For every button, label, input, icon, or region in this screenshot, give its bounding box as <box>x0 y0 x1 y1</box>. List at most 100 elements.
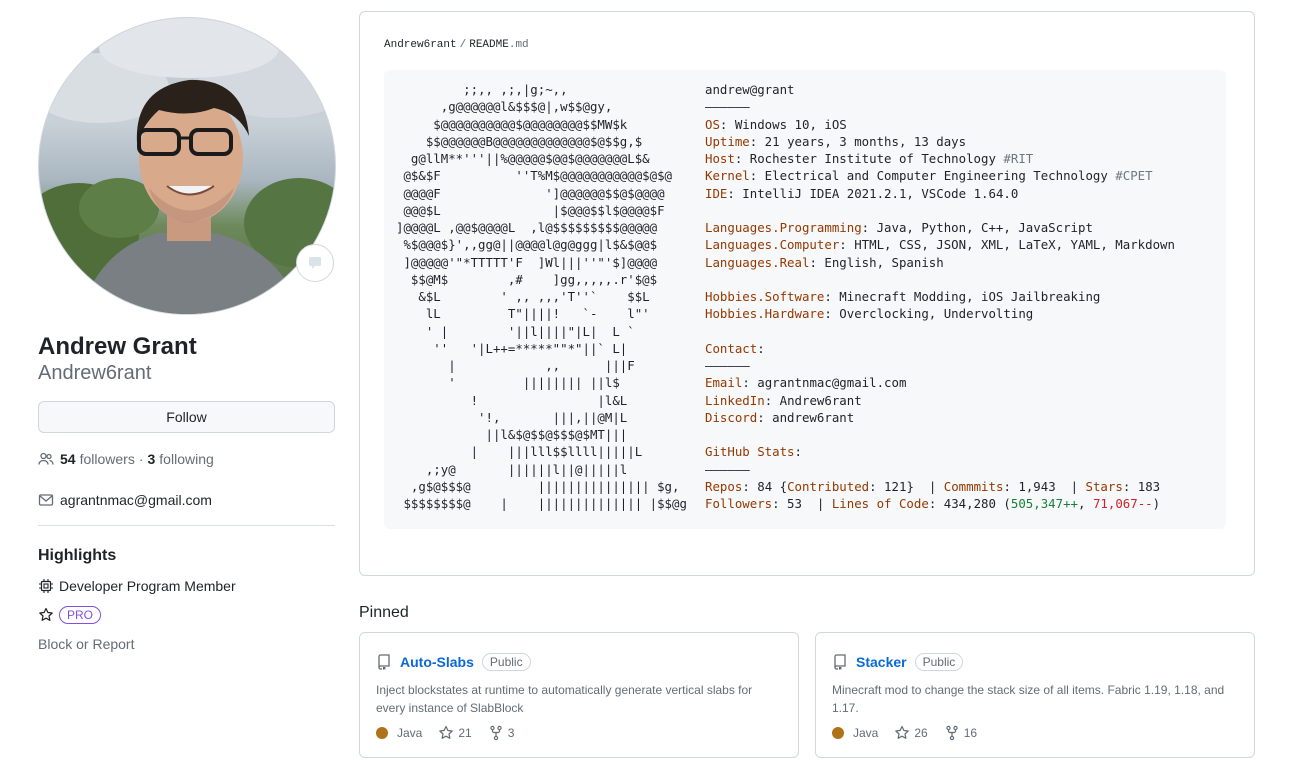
fork-icon <box>490 725 502 741</box>
info-value: : Andrew6rant <box>764 392 862 408</box>
info-line: LinkedIn: Andrew6rant <box>705 392 1175 409</box>
info-value: , <box>1078 496 1093 511</box>
following-label: following <box>159 451 214 467</box>
info-line: Contact: <box>705 340 1175 357</box>
info-line: Discord: andrew6rant <box>705 409 1175 426</box>
repo-language-label: Java <box>853 726 879 740</box>
info-line: Uptime: 21 years, 3 months, 13 days <box>705 133 1175 150</box>
repo-language: Java <box>832 726 878 740</box>
info-line <box>705 323 1175 340</box>
info-value: : 84 { <box>742 478 788 494</box>
info-line <box>705 202 1175 219</box>
star-icon <box>895 725 910 739</box>
info-key: Repos <box>705 478 743 494</box>
info-value: : HTML, CSS, JSON, XML, LaTeX, YAML, Mar… <box>839 237 1175 253</box>
info-line: Languages.Programming: Java, Python, C++… <box>705 219 1175 236</box>
info-key: Discord <box>705 409 758 425</box>
info-line: Languages.Real: English, Spanish <box>705 254 1175 271</box>
info-key: Uptime <box>705 133 750 149</box>
following-count: 3 <box>147 451 156 467</box>
info-line: Kernel: Electrical and Computer Engineer… <box>705 167 1175 184</box>
repo-language-label: Java <box>397 726 423 740</box>
repo-stars-link[interactable]: 21 <box>438 725 472 741</box>
info-line: ―――――― <box>705 98 1175 115</box>
repo-name-link[interactable]: Stacker <box>856 654 907 670</box>
cpu-icon <box>39 579 53 593</box>
repo-stars-count: 26 <box>914 726 928 740</box>
follow-separator: · <box>138 451 144 467</box>
repo-description: Inject blockstates at runtime to automat… <box>376 683 753 715</box>
info-value: 71,067-- <box>1092 496 1153 511</box>
readme-owner-link[interactable]: Andrew6rant <box>384 39 457 51</box>
info-value: ) <box>1152 496 1161 511</box>
info-key: Kernel <box>705 168 750 184</box>
info-key: OS <box>705 116 720 132</box>
info-key: Commmits <box>943 478 1004 494</box>
info-key: Email <box>705 375 743 391</box>
repo-language: Java <box>376 726 422 740</box>
info-key: Contributed <box>787 478 870 494</box>
info-line: Languages.Computer: HTML, CSS, JSON, XML… <box>705 236 1175 253</box>
info-line: ―――――― <box>705 357 1175 374</box>
readme-file-ext: .md <box>508 39 529 51</box>
info-value: andrew@grant <box>705 82 795 97</box>
repo-name-link[interactable]: Auto-Slabs <box>400 654 474 670</box>
developer-program-label: Developer Program Member <box>59 578 236 594</box>
profile-name: Andrew Grant <box>38 333 197 360</box>
profile-readme: Andrew6rant / README.md ;;,, ,;,|g;~,, ,g@… <box>359 11 1255 576</box>
info-value: ―――――― <box>705 461 750 477</box>
pinned-repo-card: Auto-Slabs Public Inject blockstates at … <box>359 632 799 758</box>
repo-forks-link[interactable]: 3 <box>488 725 515 741</box>
highlight-pro: PRO <box>38 606 102 624</box>
info-key: Contact <box>705 340 758 356</box>
people-icon <box>38 452 54 465</box>
info-key: Languages.Real <box>705 254 810 270</box>
followers-row: 54 followers · 3 following <box>38 451 214 467</box>
info-key: GitHub Stats <box>705 444 795 460</box>
repo-stars-link[interactable]: 26 <box>894 725 928 741</box>
repo-forks-link[interactable]: 16 <box>944 725 977 741</box>
info-line: ―――――― <box>705 461 1175 478</box>
avatar-photo <box>39 18 335 314</box>
info-line: GitHub Stats: <box>705 443 1175 460</box>
info-value: : 121} | <box>869 478 944 494</box>
info-value: : <box>757 340 765 356</box>
info-value: : Windows 10, iOS <box>719 116 847 132</box>
avatar[interactable] <box>38 17 336 315</box>
repo-description: Minecraft mod to change the stack size o… <box>832 683 1225 715</box>
pinned-repo-card: Stacker Public Minecraft mod to change t… <box>815 632 1255 758</box>
followers-link[interactable]: 54 followers <box>60 451 135 467</box>
highlights-title: Highlights <box>38 547 117 564</box>
info-line: Hobbies.Hardware: Overclocking, Undervol… <box>705 305 1175 322</box>
star-icon <box>39 607 53 621</box>
followers-label: followers <box>79 451 135 467</box>
email-link[interactable]: agrantnmac@gmail.com <box>60 492 212 508</box>
info-value: : 1,943 | <box>1003 478 1086 494</box>
repo-icon <box>834 654 846 670</box>
info-key: Host <box>705 151 735 166</box>
smiley-status-icon <box>309 257 321 269</box>
sidebar-divider <box>38 525 335 526</box>
info-value: : Overclocking, Undervolting <box>824 306 1034 322</box>
info-line <box>705 271 1175 288</box>
star-icon <box>439 725 454 739</box>
info-value: ―――――― <box>705 99 750 115</box>
repo-forks-count: 3 <box>507 726 515 740</box>
info-key: IDE <box>705 185 728 201</box>
mail-icon <box>38 494 54 506</box>
readme-file-base: README <box>469 39 509 51</box>
repo-icon <box>378 654 390 670</box>
status-button[interactable] <box>296 244 334 282</box>
follow-button[interactable]: Follow <box>38 401 335 433</box>
repo-forks-count: 16 <box>963 726 978 740</box>
info-value: : <box>794 444 802 460</box>
following-link[interactable]: 3 following <box>148 451 214 467</box>
info-value: ―――――― <box>705 358 750 373</box>
info-value: : 183 <box>1122 478 1161 494</box>
block-report-link[interactable]: Block or Report <box>38 636 134 652</box>
info-value: #RIT <box>1003 151 1034 166</box>
readme-code-block: ;;,, ,;,|g;~,, ,g@@@@@@l&$$$@|,w$$@gy, $… <box>384 70 1226 529</box>
highlight-developer-program[interactable]: Developer Program Member <box>38 578 236 594</box>
pro-badge: PRO <box>59 606 102 624</box>
info-value: : English, Spanish <box>809 254 944 270</box>
